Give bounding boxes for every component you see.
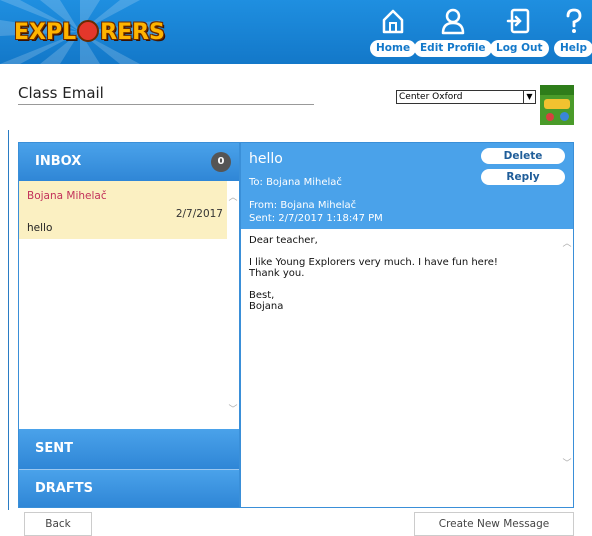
user-icon xyxy=(441,8,465,35)
log-out-button[interactable]: Log Out xyxy=(490,40,549,57)
message-sender: Bojana Mihelač xyxy=(27,190,107,202)
message-list: Bojana Mihelač 2/7/2017 hello ︿ ﹀ xyxy=(19,181,239,429)
message-header: hello To: Bojana Mihelač From: Bojana Mi… xyxy=(241,143,573,229)
body-closing: Best, xyxy=(249,290,275,301)
open-message-sent: Sent: 2/7/2017 1:18:47 PM xyxy=(249,213,383,224)
unread-count-badge: 0 xyxy=(211,152,231,172)
scroll-down-icon[interactable]: ﹀ xyxy=(562,459,572,469)
message-date: 2/7/2017 xyxy=(175,208,223,220)
nav-log-out[interactable]: Log Out xyxy=(490,6,549,57)
folder-sent[interactable]: SENT xyxy=(19,429,239,469)
folder-drafts[interactable]: DRAFTS xyxy=(19,469,239,507)
message-body: Dear teacher, I like Young Explorers ver… xyxy=(249,235,549,312)
open-message-from: From: Bojana Mihelač xyxy=(249,200,357,211)
help-icon xyxy=(566,8,581,33)
list-item[interactable]: Bojana Mihelač 2/7/2017 hello xyxy=(19,181,227,239)
chevron-down-icon[interactable]: ▼ xyxy=(523,91,535,103)
nav-home[interactable]: Home xyxy=(370,6,417,57)
edit-profile-button[interactable]: Edit Profile xyxy=(414,40,492,57)
folder-sent-label: SENT xyxy=(35,441,73,456)
open-message-subject: hello xyxy=(249,151,283,167)
folder-panel: INBOX 0 Bojana Mihelač 2/7/2017 hello ︿ … xyxy=(18,142,240,508)
create-new-message-button[interactable]: Create New Message xyxy=(414,512,574,536)
body-line-1: I like Young Explorers very much. I have… xyxy=(249,257,498,268)
title-divider xyxy=(18,104,314,105)
course-book-thumbnail[interactable] xyxy=(540,85,574,125)
top-banner: EXPL RERS Home Edit Profile Log Out Help xyxy=(0,0,592,64)
message-body-scrollbar[interactable]: ︿ ﹀ xyxy=(561,229,573,507)
scroll-down-icon[interactable]: ﹀ xyxy=(228,405,238,415)
center-select[interactable]: Center Oxford ▼ xyxy=(396,90,536,104)
nav-help[interactable]: Help xyxy=(554,6,592,57)
explorers-logo[interactable]: EXPL RERS xyxy=(14,20,165,45)
help-button[interactable]: Help xyxy=(554,40,592,57)
body-greeting: Dear teacher, xyxy=(249,235,318,246)
reply-button[interactable]: Reply xyxy=(481,169,565,185)
message-list-scrollbar[interactable]: ︿ ﹀ xyxy=(227,181,239,429)
body-line-2: Thank you. xyxy=(249,268,305,279)
delete-button[interactable]: Delete xyxy=(481,148,565,164)
folder-inbox-label: INBOX xyxy=(35,154,82,169)
scroll-up-icon[interactable]: ︿ xyxy=(228,193,238,203)
message-subject: hello xyxy=(27,222,53,234)
home-button[interactable]: Home xyxy=(370,40,417,57)
center-select-value: Center Oxford xyxy=(399,92,463,102)
folder-inbox[interactable]: INBOX 0 xyxy=(19,143,239,181)
home-icon xyxy=(382,9,404,34)
back-button[interactable]: Back xyxy=(24,512,92,536)
nav-edit-profile[interactable]: Edit Profile xyxy=(414,6,492,57)
logo-globe-icon xyxy=(77,20,100,42)
folder-drafts-label: DRAFTS xyxy=(35,481,93,496)
scroll-up-icon[interactable]: ︿ xyxy=(562,239,572,249)
body-signature: Bojana xyxy=(249,301,284,312)
page-title: Class Email xyxy=(18,84,104,102)
message-panel: hello To: Bojana Mihelač From: Bojana Mi… xyxy=(240,142,574,508)
open-message-to: To: Bojana Mihelač xyxy=(249,177,342,188)
logout-icon xyxy=(507,8,530,34)
